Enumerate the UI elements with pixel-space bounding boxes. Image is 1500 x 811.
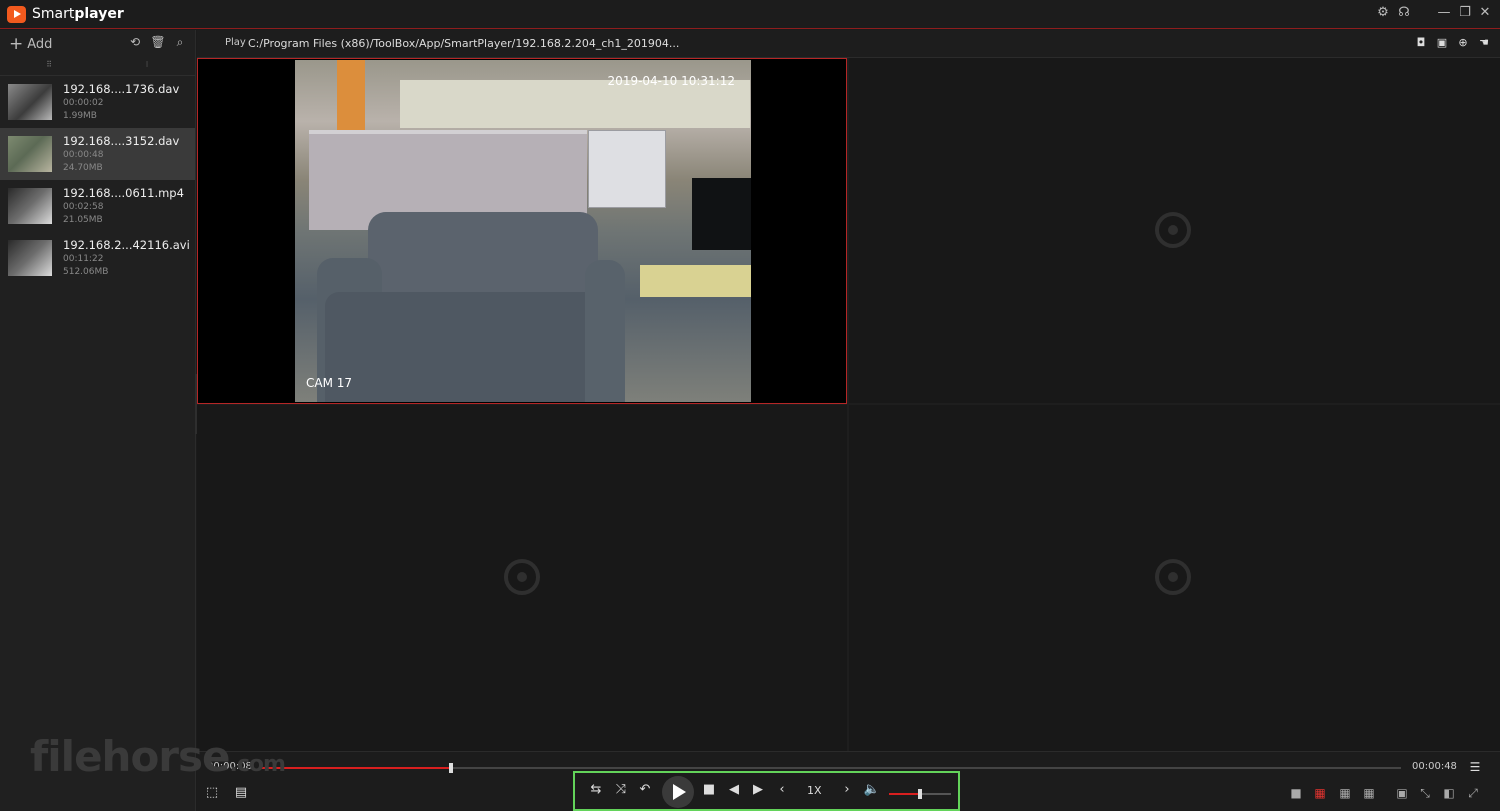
- file-duration: 00:00:48: [63, 150, 104, 160]
- headset-icon[interactable]: ☊: [1396, 5, 1412, 23]
- restore-icon[interactable]: ❐: [1457, 5, 1473, 23]
- chat-icon[interactable]: ▣: [1434, 36, 1450, 49]
- stop-button[interactable]: ■: [700, 782, 718, 797]
- playback-controls: ⇆ ⤨ ↶ ■ ◀ ▶ ‹ 1X › 🔈: [573, 771, 960, 811]
- slower-button[interactable]: ‹: [773, 782, 791, 797]
- film-reel-icon: [1155, 212, 1191, 248]
- fullscreen-icon[interactable]: ⤢: [1465, 786, 1481, 801]
- file-size: 21.05MB: [63, 215, 103, 225]
- file-duration: 00:00:02: [63, 98, 104, 108]
- export-icon[interactable]: ⬚: [203, 785, 221, 800]
- file-thumbnail: [8, 84, 52, 120]
- osd-timestamp: 2019-04-10 10:31:12: [607, 74, 735, 88]
- file-size: 24.70MB: [63, 163, 103, 173]
- test-chart: [588, 130, 666, 208]
- minimize-icon[interactable]: —: [1436, 5, 1452, 23]
- volume-slider[interactable]: [889, 789, 951, 799]
- add-button[interactable]: + Add: [9, 34, 52, 54]
- shuffle-icon[interactable]: ⤨: [612, 782, 630, 797]
- app-logo-icon: [7, 6, 26, 23]
- path-bar: Play C:/Program Files (x86)/ToolBox/App/…: [197, 30, 1500, 58]
- seek-progress: [261, 767, 452, 769]
- file-thumbnail: [8, 188, 52, 224]
- monitor: [692, 178, 751, 250]
- watermark-text: filehorse: [30, 732, 231, 781]
- plus-icon: +: [9, 34, 24, 54]
- video-grid: 2019-04-10 10:31:12 CAM 17: [197, 58, 1500, 751]
- toolbox-icon[interactable]: ▤: [232, 785, 250, 800]
- sofa-arm: [585, 260, 625, 402]
- grid-view-tab[interactable]: ⠿: [0, 60, 98, 69]
- window-mode-icon[interactable]: ▣: [1394, 786, 1410, 800]
- layout-1-icon[interactable]: ■: [1288, 786, 1304, 800]
- file-duration: 00:02:58: [63, 202, 104, 212]
- video-pane-4[interactable]: [849, 405, 1500, 751]
- clip-icon[interactable]: ⇆: [587, 782, 605, 797]
- list-view-tab[interactable]: ⁝: [98, 60, 196, 69]
- file-name: 192.168.2...42116.avi: [63, 238, 190, 252]
- zoom-icon[interactable]: ⊕: [1455, 36, 1471, 49]
- video-pane-1[interactable]: 2019-04-10 10:31:12 CAM 17: [197, 58, 847, 404]
- play-button[interactable]: [662, 776, 694, 808]
- sidebar-toolbar: + Add ⟲ 🗑 ⌕: [0, 30, 195, 58]
- view-tabs: ⠿ ⁝: [0, 58, 195, 76]
- layout-9-icon[interactable]: ▦: [1337, 786, 1353, 800]
- osd-camera-name: CAM 17: [306, 376, 353, 390]
- file-thumbnail: [8, 136, 52, 172]
- refresh-icon[interactable]: ⟲: [127, 35, 143, 49]
- playlist-icon[interactable]: ☰: [1467, 760, 1483, 774]
- seek-handle[interactable]: [449, 763, 454, 773]
- gear-icon[interactable]: ⚙: [1375, 5, 1391, 23]
- title-bar: Smartplayer ⚙ ☊ — ❐ ✕: [0, 0, 1500, 29]
- faster-button[interactable]: ›: [838, 782, 856, 797]
- search-icon[interactable]: ⌕: [172, 35, 188, 50]
- volume-icon[interactable]: 🔈: [863, 782, 881, 797]
- layout-16-icon[interactable]: ▦: [1361, 786, 1377, 800]
- file-item-selected[interactable]: 192.168....3152.dav 00:00:48 24.70MB: [0, 128, 195, 180]
- door: [337, 60, 365, 130]
- hand-icon[interactable]: ☚: [1476, 36, 1492, 49]
- file-list-sidebar: + Add ⟲ 🗑 ⌕ ⠿ ⁝ 192.168....1736.dav 00:00…: [0, 30, 196, 811]
- file-name: 192.168....3152.dav: [63, 134, 180, 148]
- file-item[interactable]: 192.168....1736.dav 00:00:02 1.99MB: [0, 76, 195, 128]
- trash-icon[interactable]: 🗑: [150, 35, 166, 49]
- file-path: C:/Program Files (x86)/ToolBox/App/Smart…: [248, 37, 680, 50]
- film-reel-icon: [504, 559, 540, 595]
- sofa-back: [368, 212, 598, 296]
- rewind-icon[interactable]: ↶: [636, 782, 654, 797]
- close-icon[interactable]: ✕: [1477, 5, 1493, 23]
- file-name: 192.168....1736.dav: [63, 82, 180, 96]
- video-frame: 2019-04-10 10:31:12 CAM 17: [295, 60, 751, 402]
- previous-frame-button[interactable]: ◀: [725, 782, 743, 797]
- file-name: 192.168....0611.mp4: [63, 186, 184, 200]
- video-pane-2[interactable]: [849, 58, 1500, 403]
- total-time: 00:00:48: [1412, 761, 1457, 772]
- speed-value: 1X: [807, 784, 822, 797]
- file-item[interactable]: 192.168....0611.mp4 00:02:58 21.05MB: [0, 180, 195, 232]
- film-reel-icon: [1155, 559, 1191, 595]
- file-item[interactable]: 192.168.2...42116.avi 00:11:22 512.06MB: [0, 232, 195, 284]
- fit-icon[interactable]: ⤡: [1417, 786, 1433, 801]
- watermark-suffix: .com: [229, 752, 286, 777]
- camera-icon[interactable]: ◘: [1413, 36, 1429, 49]
- sofa-seat: [325, 292, 625, 402]
- video-pane-3[interactable]: [197, 405, 847, 751]
- file-thumbnail: [8, 240, 52, 276]
- watermark: filehorse.com: [30, 732, 286, 781]
- volume-level: [889, 793, 920, 795]
- file-size: 1.99MB: [63, 111, 97, 121]
- picture-in-picture-icon[interactable]: ◧: [1441, 786, 1457, 800]
- layout-4-icon[interactable]: ▦: [1312, 786, 1328, 800]
- file-size: 512.06MB: [63, 267, 109, 277]
- volume-handle[interactable]: [918, 789, 922, 799]
- next-frame-button[interactable]: ▶: [749, 782, 767, 797]
- seek-bar[interactable]: [261, 763, 1401, 773]
- desk: [640, 265, 751, 297]
- file-duration: 00:11:22: [63, 254, 104, 264]
- app-title: Smartplayer: [32, 6, 124, 22]
- playback-bar: 00:00:08 00:00:48 ☰ ⬚ ▤ ⇆ ⤨ ↶ ■ ◀ ▶ ‹ 1X…: [197, 751, 1500, 811]
- play-label: Play: [225, 37, 246, 48]
